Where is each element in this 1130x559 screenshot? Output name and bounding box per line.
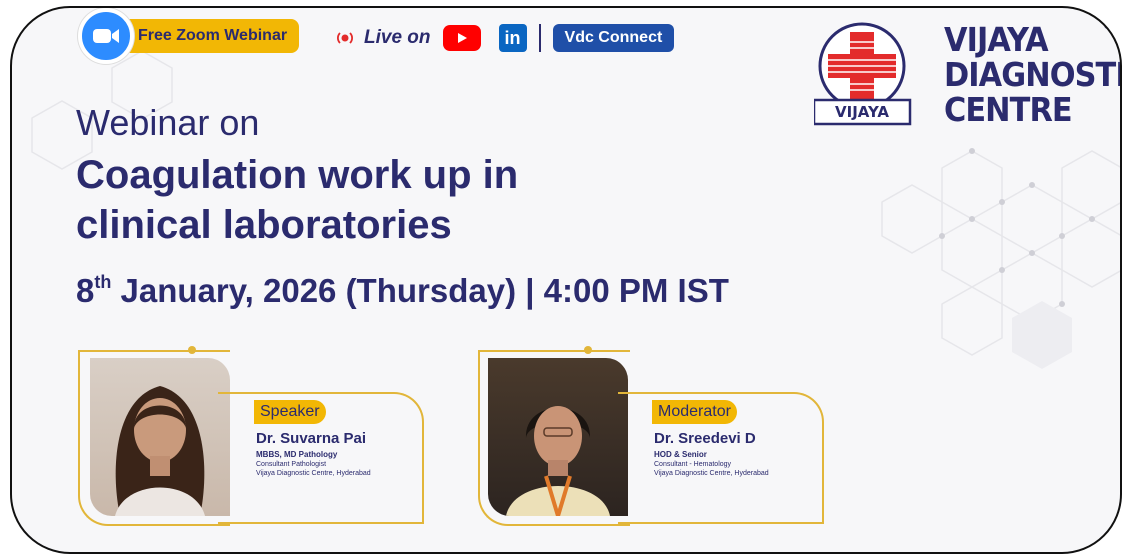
youtube-icon[interactable] <box>442 25 481 51</box>
logo-badge-text: VIJAYA <box>835 103 889 121</box>
brand-wordmark: VIJAYA DIAGNOSTIC CENTRE <box>944 20 1120 129</box>
date-rest: January, 2026 (Thursday) | 4:00 PM IST <box>111 272 729 309</box>
zoom-icon <box>78 8 134 64</box>
moderator-title: Consultant - Hematology <box>654 461 732 468</box>
zoom-webinar-label: Free Zoom Webinar <box>116 19 300 53</box>
speaker-title: Consultant Pathologist <box>256 461 327 468</box>
webinar-datetime: 8th January, 2026 (Thursday) | 4:00 PM I… <box>76 272 729 310</box>
brand-line-3: CENTRE <box>944 90 1073 129</box>
registered-mark: ® <box>1103 20 1112 32</box>
live-broadcast-icon <box>337 32 353 44</box>
zoom-webinar-badge: Free Zoom Webinar <box>78 8 300 64</box>
moderator-role-badge: Moderator <box>652 400 737 424</box>
speaker-card: Speaker Dr. Suvarna Pai MBBS, MD Patholo… <box>78 344 424 534</box>
title-line-1: Coagulation work up in <box>76 153 519 197</box>
date-day: 8 <box>76 272 95 309</box>
linkedin-icon[interactable]: in <box>498 24 527 52</box>
brand-line-1: VIJAYA <box>944 20 1049 59</box>
vdc-connect-channel[interactable]: Vdc Connect <box>552 24 675 52</box>
date-suffix: th <box>94 272 112 292</box>
title-line-2: clinical laboratories <box>76 203 452 247</box>
moderator-degree: HOD & Senior <box>654 450 707 459</box>
webinar-title: Coagulation work up in clinical laborato… <box>76 150 518 250</box>
live-on-label: Live on <box>364 27 431 48</box>
webinar-prefix: Webinar on <box>76 102 260 143</box>
divider <box>538 24 541 52</box>
speaker-role-badge: Speaker <box>254 400 326 424</box>
speaker-name: Dr. Suvarna Pai <box>256 430 367 447</box>
speaker-photo <box>90 358 230 516</box>
speaker-org: Vijaya Diagnostic Centre, Hyderabad <box>256 470 371 477</box>
moderator-name: Dr. Sreedevi D <box>654 430 756 447</box>
live-on-bar: Live on in Vdc Connect <box>334 24 675 52</box>
moderator-photo <box>488 358 628 516</box>
speaker-degree: MBBS, MD Pathology <box>256 450 338 459</box>
moderator-org: Vijaya Diagnostic Centre, Hyderabad <box>654 470 769 477</box>
moderator-card: Moderator Dr. Sreedevi D HOD & Senior Co… <box>478 344 824 534</box>
brand-line-2: DIAGNOSTIC <box>944 55 1120 94</box>
webinar-banner: Free Zoom Webinar Live on in Vdc Connect <box>10 6 1122 554</box>
vijaya-logo: VIJAYA VIJAYA DIAGNOSTIC CENTRE ® <box>814 20 1120 140</box>
